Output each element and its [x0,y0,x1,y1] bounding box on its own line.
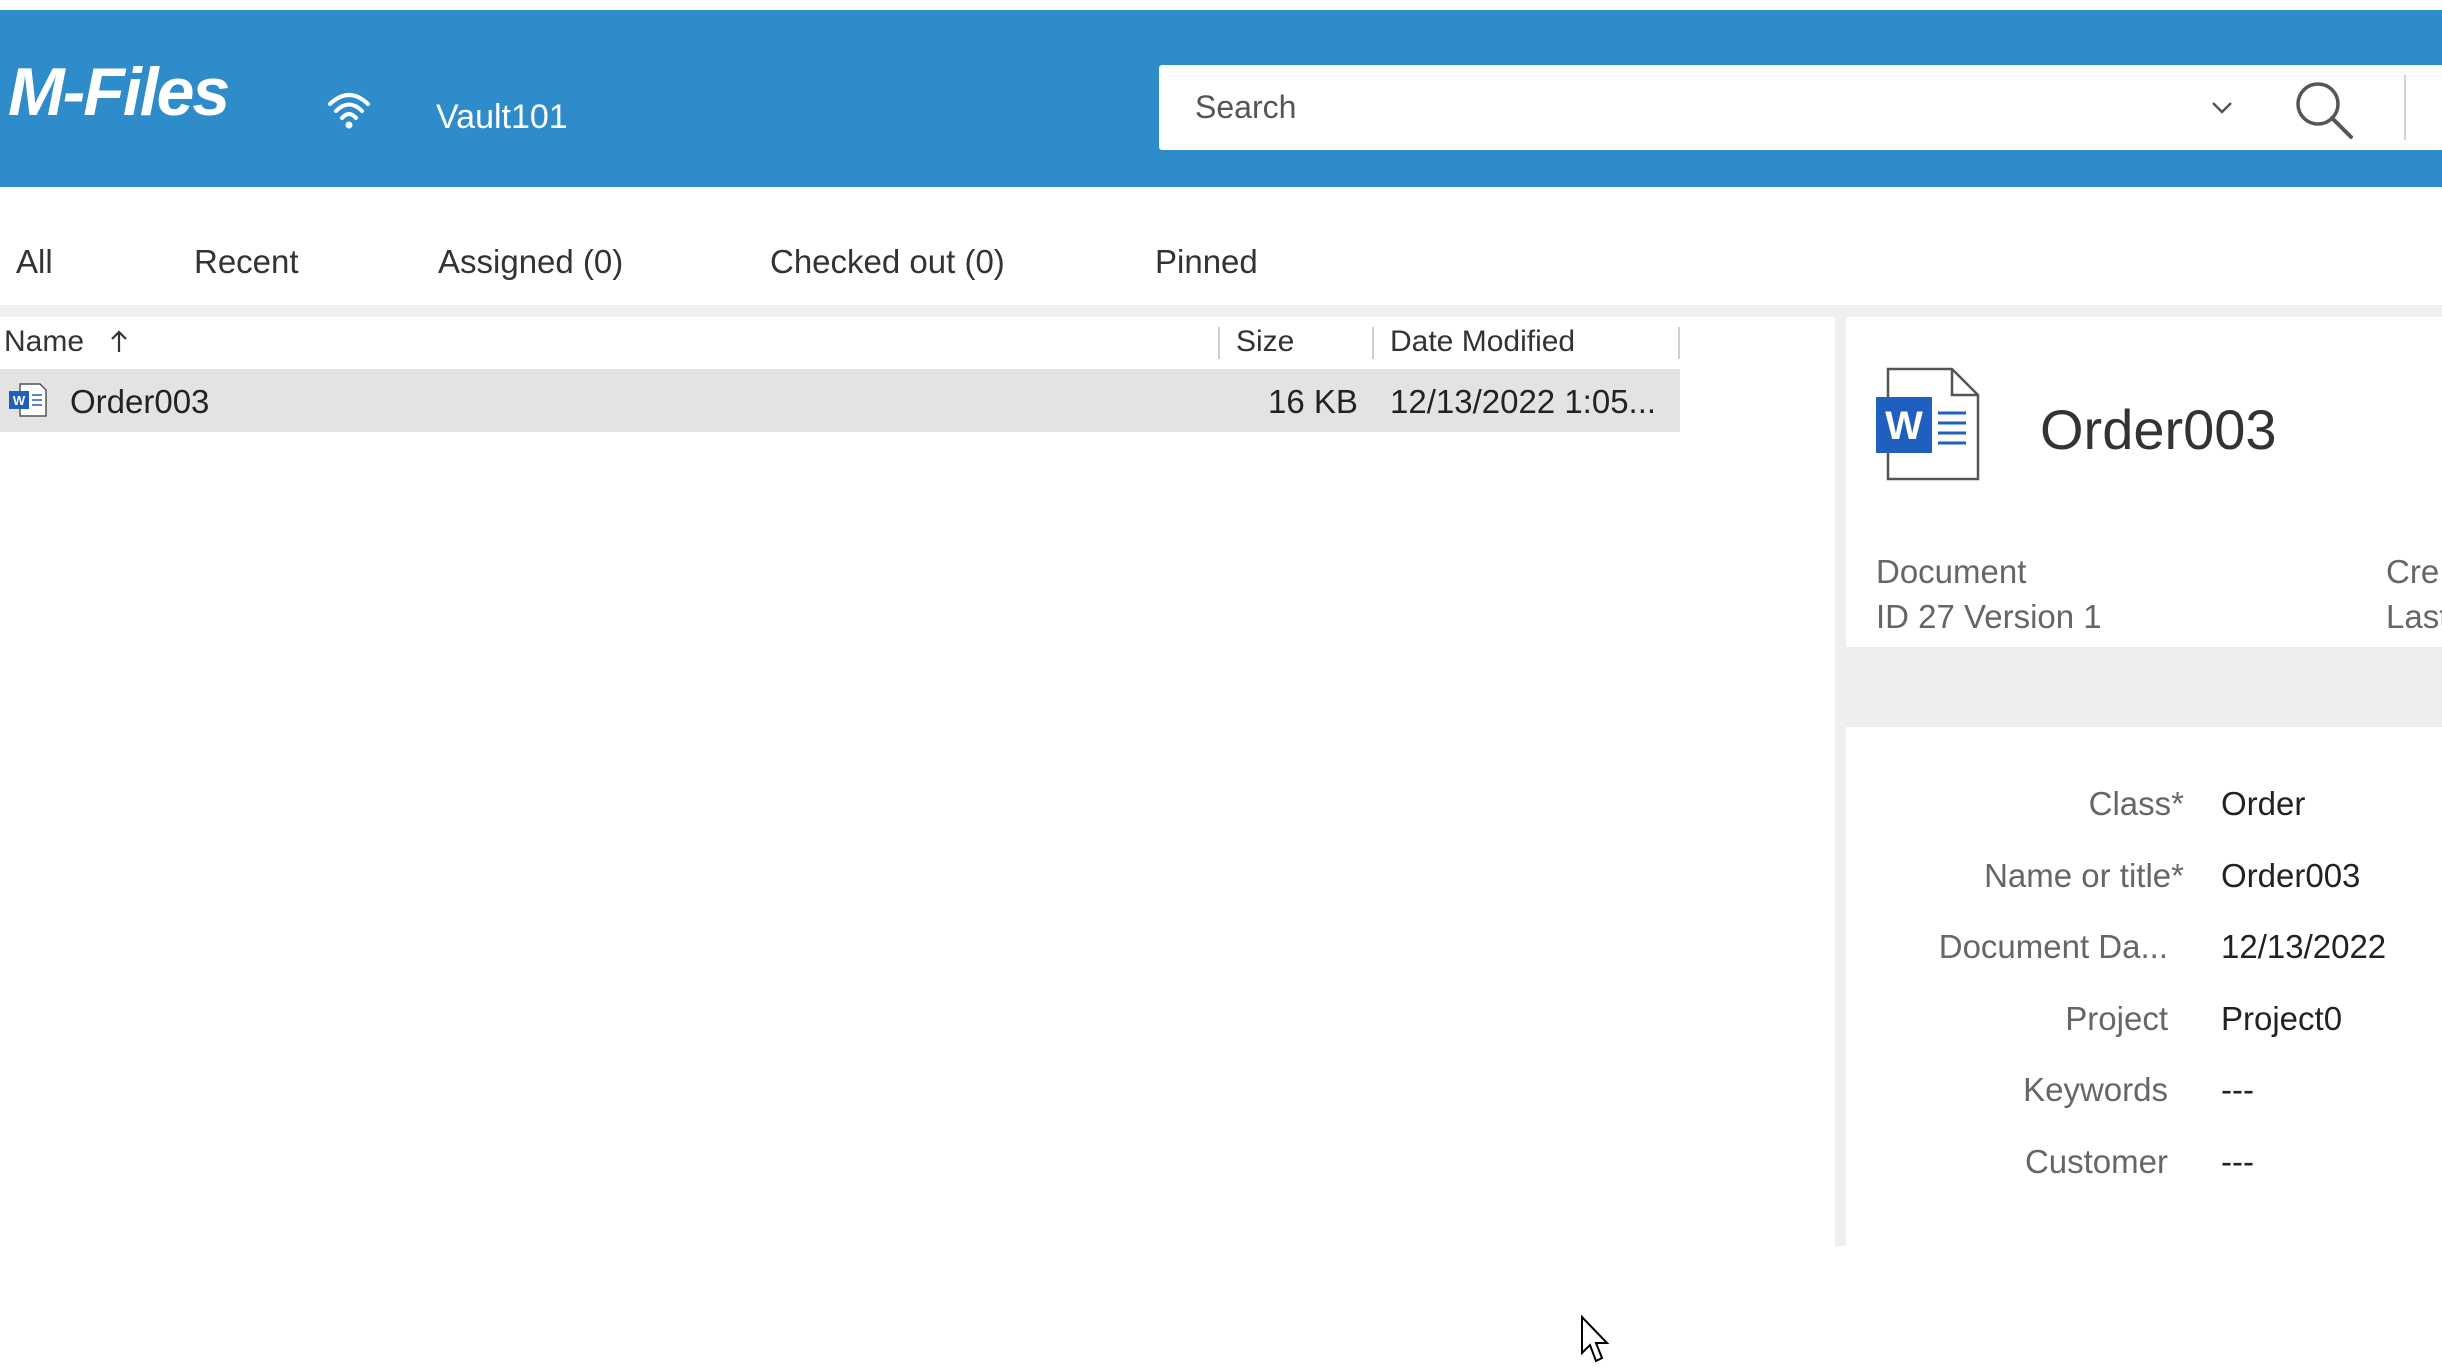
column-header-name[interactable]: Name [4,325,84,359]
magnifier-icon[interactable] [2289,75,2359,145]
column-separator[interactable] [1218,327,1220,359]
property-value[interactable]: --- [2221,1071,2254,1109]
word-document-icon: W [9,383,47,417]
property-value[interactable]: 12/13/2022 [2221,928,2386,966]
object-list: Name Size Date Modified W Order003 16 KB… [0,317,1835,1363]
metadata-card: W Order003 Document ID 27 Version 1 Cre … [1846,317,2442,1246]
svg-text:W: W [13,393,26,408]
property-label: Class* [2088,785,2184,822]
search-input[interactable]: Search [1195,89,1296,126]
property-label: Project [2065,1000,2168,1037]
view-tabs: All Recent Assigned (0) Checked out (0) … [0,187,2442,305]
property-value[interactable]: Project0 [2221,1000,2342,1038]
last-modified-label: Last [2386,598,2442,635]
mouse-cursor-icon [1581,1315,1610,1363]
property-label: Keywords [2023,1071,2168,1108]
tab-pinned[interactable]: Pinned [1155,243,1258,281]
top-strip [0,0,2442,10]
property-label: Customer [2024,1143,2168,1180]
property-value[interactable]: Order003 [2221,857,2360,895]
vault-name[interactable]: Vault101 [436,98,568,137]
svg-text:W: W [1885,404,1923,448]
metadata-toolbar-band [1846,647,2442,727]
row-size: 16 KB [1268,383,1358,420]
property-value[interactable]: --- [2221,1143,2254,1181]
search-separator [2404,75,2406,140]
property-label: Document Da... [1938,928,2168,965]
column-separator[interactable] [1678,327,1680,359]
column-separator[interactable] [1372,327,1374,359]
tab-checked-out[interactable]: Checked out (0) [770,243,1005,281]
search-box[interactable]: Search [1159,65,2442,150]
row-name: Order003 [70,383,210,420]
created-label: Cre [2386,553,2440,590]
object-id-version: ID 27 Version 1 [1876,598,2102,635]
tabs-divider [0,305,2442,317]
property-value[interactable]: Order [2221,785,2305,823]
pane-splitter[interactable] [1835,317,1846,1246]
column-header-size[interactable]: Size [1236,325,1294,359]
chevron-down-icon[interactable] [2209,94,2235,120]
object-type: Document [1876,553,2027,590]
app-header: M-Files Vault101 Search [0,10,2442,187]
tab-all[interactable]: All [16,243,53,281]
wifi-icon [328,93,370,129]
table-row[interactable]: W Order003 16 KB 12/13/2022 1:05... [0,369,1680,432]
object-title: Order003 [2040,398,2277,461]
m-files-logo: M-Files [8,54,230,130]
tab-recent[interactable]: Recent [194,243,299,281]
tab-assigned[interactable]: Assigned (0) [438,243,623,281]
row-date-modified: 12/13/2022 1:05... [1390,383,1657,420]
arrow-up-icon[interactable] [108,329,130,355]
word-document-icon: W [1876,367,1980,481]
property-label: Name or title* [1984,857,2184,894]
column-header-date-modified[interactable]: Date Modified [1390,325,1575,359]
